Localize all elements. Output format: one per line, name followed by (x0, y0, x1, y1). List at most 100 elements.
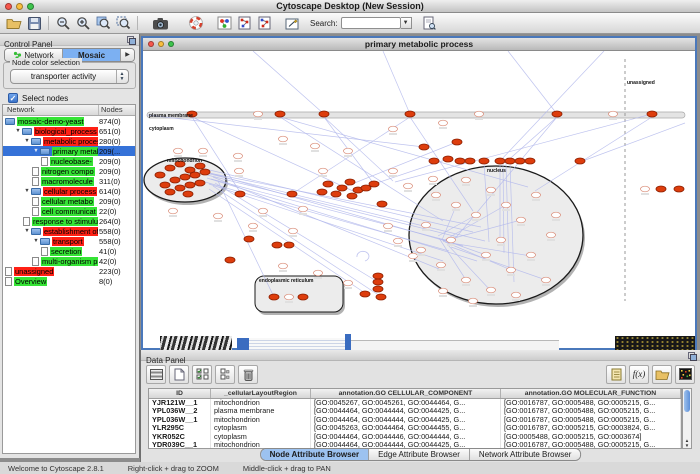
gene-node (502, 202, 511, 208)
expander-icon[interactable]: ▼ (32, 148, 40, 154)
select-nodes-checkbox[interactable]: ✓ (8, 93, 18, 103)
select-all-attributes-button[interactable] (192, 365, 212, 384)
scrollbar-thumb[interactable] (684, 390, 690, 412)
new-attribute-button[interactable] (169, 365, 189, 384)
gene-node (452, 202, 461, 208)
help-button[interactable] (186, 14, 206, 32)
minimize-view-button[interactable] (158, 41, 164, 47)
vizmapper-button[interactable] (214, 14, 234, 32)
attribute-grid-button[interactable] (146, 365, 166, 384)
table-row[interactable]: YKR052Ccytoplasm[GO:0044464, GO:0044446,… (149, 433, 681, 441)
new-network-from-selection-button[interactable] (234, 14, 254, 32)
table-row[interactable]: YPL036W__2plasma membrane[GO:0044464, GO… (149, 407, 681, 415)
zoom-window-button[interactable] (27, 3, 34, 10)
selected-gene-node (345, 179, 355, 185)
save-session-button[interactable] (24, 14, 44, 32)
tree-row[interactable]: ▼establishment of lo558(0) (3, 226, 135, 236)
network-window-titlebar[interactable]: primary metabolic process (143, 38, 695, 51)
tree-row[interactable]: ▼biological_process651(0) (3, 126, 135, 136)
tree-row[interactable]: mosaic-demo-yeast874(0) (3, 116, 135, 126)
attribute-matrix-button[interactable] (675, 365, 695, 384)
unselect-all-attributes-button[interactable] (215, 365, 235, 384)
zoom-view-button[interactable] (168, 41, 174, 47)
advanced-search-button[interactable] (420, 14, 440, 32)
tab-edge-attribute-browser[interactable]: Edge Attribute Browser (369, 449, 470, 460)
table-row[interactable]: YJR121W__1mitochondrion[GO:0045267, GO:0… (149, 399, 681, 407)
expander-icon[interactable]: ▼ (32, 238, 40, 244)
gene-node (235, 168, 244, 174)
selected-gene-node (275, 111, 285, 117)
table-column-header[interactable]: ID (149, 389, 211, 398)
gene-node (279, 136, 288, 142)
delete-attribute-button[interactable] (238, 365, 258, 384)
network-view-window[interactable]: primary metabolic process plasma membran… (141, 36, 697, 350)
gene-node (462, 277, 471, 283)
selected-gene-node (360, 291, 370, 297)
table-row[interactable]: YLR295Ccytoplasm[GO:0045263, GO:0044464,… (149, 424, 681, 432)
tree-row[interactable]: cellular metabo 209(0) (3, 196, 135, 206)
minimize-window-button[interactable] (16, 3, 23, 10)
float-panel-icon[interactable] (688, 352, 697, 361)
open-session-button[interactable] (4, 14, 24, 32)
zoom-out-button[interactable] (53, 14, 73, 32)
gene-node (547, 232, 556, 238)
formula-builder-button[interactable]: f(x) (629, 365, 649, 384)
tree-row[interactable]: secretion41(0) (3, 246, 135, 256)
expander-icon[interactable]: ▼ (14, 128, 22, 134)
selected-gene-node (319, 111, 329, 117)
tree-row[interactable]: ▼primary metabo209(... (3, 146, 135, 156)
table-cell: [GO:0044464, GO:0044444, GO:0044425, G..… (311, 407, 501, 415)
table-row[interactable]: YPL036W__1mitochondrion[GO:0044464, GO:0… (149, 416, 681, 424)
attribute-table[interactable]: ID_cellularLayoutRegionannotation.GO CEL… (148, 388, 682, 449)
more-tabs-button[interactable]: ▶ (121, 49, 134, 61)
tree-row[interactable]: Overview8(0) (3, 276, 135, 286)
tree-row[interactable]: nucleobase-209(0) (3, 156, 135, 166)
selected-gene-node (455, 158, 465, 164)
search-options-dropdown[interactable]: ▼ (401, 17, 412, 29)
tree-row-label: cellular metabo (41, 197, 94, 206)
expander-icon[interactable]: ▼ (23, 228, 31, 234)
group-label: Node color selection (10, 58, 82, 67)
search-input[interactable] (341, 17, 401, 29)
close-view-button[interactable] (148, 41, 154, 47)
selected-gene-node (443, 156, 453, 162)
tree-row[interactable]: unassigned223(0) (3, 266, 135, 276)
zoom-fit-button[interactable] (113, 14, 133, 32)
expander-icon[interactable]: ▼ (23, 188, 31, 194)
tree-row[interactable]: multi-organism pro42(0) (3, 256, 135, 266)
table-vertical-scrollbar[interactable]: ▲▼ (682, 388, 692, 449)
network-canvas[interactable]: plasma membranecytoplasmmitochondrionnuc… (143, 51, 695, 348)
expander-icon[interactable]: ▼ (23, 138, 31, 144)
gene-node (319, 168, 328, 174)
tree-row[interactable]: ▼transport558(0) (3, 236, 135, 246)
tree-row-count: 209(0) (99, 197, 135, 206)
tree-row[interactable]: nitrogen compo209(0) (3, 166, 135, 176)
file-icon (5, 267, 12, 276)
tree-row[interactable]: cell communicat22(0) (3, 206, 135, 216)
snapshot-button[interactable] (150, 14, 170, 32)
table-column-header[interactable]: _cellularLayoutRegion (211, 389, 311, 398)
tab-node-attribute-browser[interactable]: Node Attribute Browser (261, 449, 370, 460)
unchecked-boxes-icon (220, 368, 230, 380)
zoom-in-button[interactable] (73, 14, 93, 32)
attribute-list-button[interactable] (606, 365, 626, 384)
node-color-dropdown[interactable]: transporter activity ▲▼ (10, 69, 129, 84)
tab-network-attribute-browser[interactable]: Network Attribute Browser (470, 449, 580, 460)
tree-row[interactable]: ▼cellular process614(0) (3, 186, 135, 196)
import-attributes-button[interactable] (652, 365, 672, 384)
float-panel-icon[interactable] (127, 36, 136, 45)
scrollbar-arrows[interactable]: ▲▼ (683, 439, 691, 448)
gene-node (487, 187, 496, 193)
new-network-view-button[interactable] (254, 14, 274, 32)
tree-row[interactable]: macromolecule311(0) (3, 176, 135, 186)
tree-column-nodes[interactable]: Nodes (99, 105, 135, 115)
selected-gene-node (347, 193, 357, 199)
table-column-header[interactable]: annotation.GO CELLULAR_COMPONENT (311, 389, 501, 398)
annotation-button[interactable] (282, 14, 302, 32)
table-column-header[interactable]: annotation.GO MOLECULAR_FUNCTION (501, 389, 681, 398)
tree-column-network[interactable]: Network (3, 105, 99, 115)
tree-row[interactable]: response to stimulu264(0) (3, 216, 135, 226)
tree-row[interactable]: ▼metabolic process280(0) (3, 136, 135, 146)
zoom-selected-button[interactable] (93, 14, 113, 32)
close-window-button[interactable] (5, 3, 12, 10)
